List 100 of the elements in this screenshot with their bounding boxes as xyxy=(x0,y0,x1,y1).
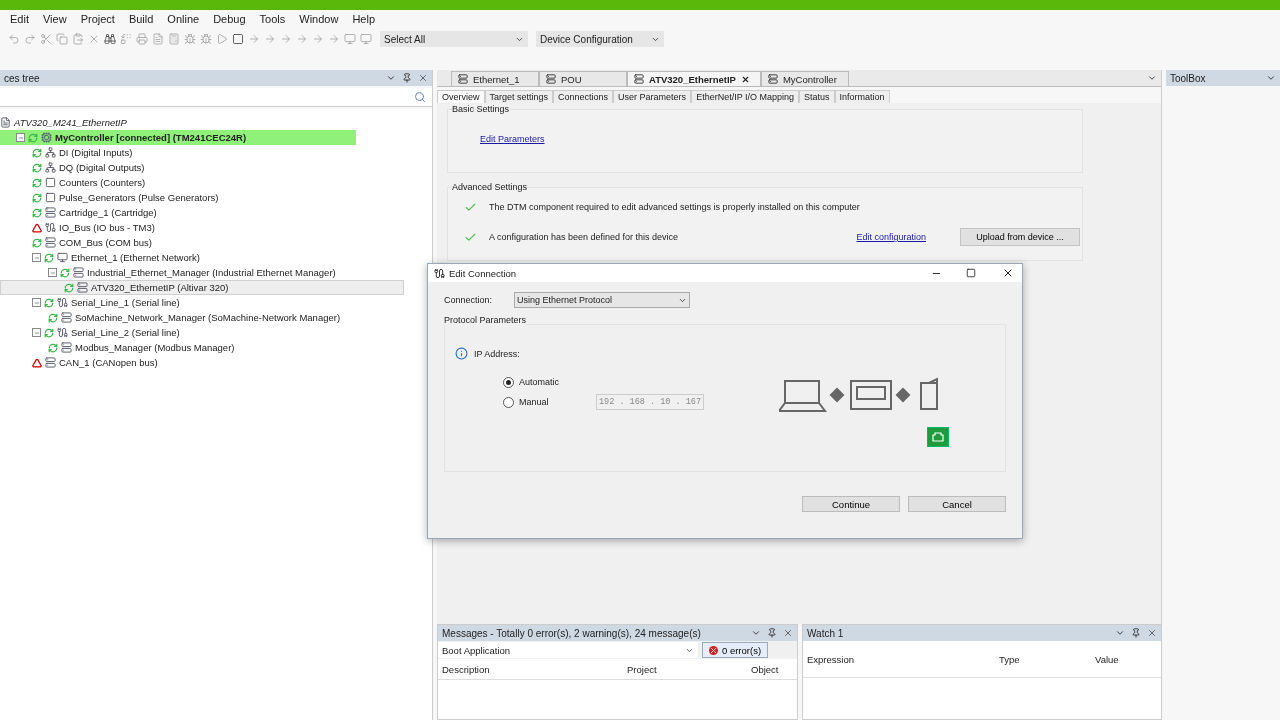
menu-item[interactable]: Build xyxy=(122,13,160,25)
tree-item[interactable]: Industrial_Ethernet_Manager (Industrial Ethernet Manager) xyxy=(0,265,388,280)
tree-item[interactable]: DI (Digital Inputs) xyxy=(0,145,372,160)
errors-button[interactable]: 0 error(s) xyxy=(702,642,769,658)
edit-parameters-link[interactable]: Edit Parameters xyxy=(480,134,545,144)
dropdown-icon[interactable] xyxy=(1266,73,1276,83)
edit-configuration-link[interactable]: Edit configuration xyxy=(856,232,926,242)
module-icon xyxy=(45,207,56,218)
maximize-icon[interactable] xyxy=(966,268,976,278)
editor-tab[interactable]: Target settings xyxy=(484,90,554,103)
editor-tab[interactable]: User Parameters xyxy=(613,90,692,103)
editor-tab[interactable]: EtherNet/IP I/O Mapping xyxy=(691,90,799,103)
menu-item[interactable]: Help xyxy=(346,13,381,25)
radio-button[interactable] xyxy=(503,376,514,388)
column-header[interactable]: Project xyxy=(623,663,747,675)
radio-button[interactable] xyxy=(503,396,514,408)
menu-item[interactable]: Edit xyxy=(4,13,35,25)
collapse-icon[interactable] xyxy=(16,133,25,142)
dropdown-icon[interactable] xyxy=(751,628,761,638)
tree-item[interactable]: Counters (Counters) xyxy=(0,175,372,190)
binoculars-icon[interactable] xyxy=(104,33,116,45)
search-icon[interactable] xyxy=(414,91,426,103)
panel-header: ces tree xyxy=(0,70,432,86)
tree-item[interactable]: Serial_Line_2 (Serial line) xyxy=(0,325,372,340)
section-title: Advanced Settings xyxy=(451,182,529,192)
selection-dropdown[interactable]: Select All xyxy=(380,31,528,47)
editor-tab[interactable]: Connections xyxy=(553,90,614,103)
configuration-dropdown[interactable]: Device Configuration xyxy=(536,31,664,47)
menu-item[interactable]: Window xyxy=(293,13,345,25)
bus-icon xyxy=(45,222,56,233)
document-tab[interactable]: POU xyxy=(539,71,627,86)
upload-button[interactable]: Upload from device ... xyxy=(960,228,1080,246)
tree-item[interactable]: CAN_1 (CANopen bus) xyxy=(0,355,372,370)
pin-icon[interactable] xyxy=(1131,628,1141,638)
pin-icon[interactable] xyxy=(767,628,777,638)
tree-item[interactable]: Ethernet_1 (Ethernet Network) xyxy=(0,250,372,265)
editor-tab[interactable]: Status xyxy=(799,90,835,103)
tree-item[interactable]: Modbus_Manager (Modbus Manager) xyxy=(0,340,388,355)
column-header[interactable]: Value xyxy=(1091,653,1161,665)
tree-item[interactable]: ATV320_EthernetIP (Altivar 320) xyxy=(0,280,404,295)
bug-icon[interactable] xyxy=(184,33,196,45)
ethernet-icon xyxy=(927,427,949,447)
plug-icon xyxy=(434,267,445,279)
column-header[interactable]: Expression xyxy=(803,653,995,665)
bug-icon[interactable] xyxy=(200,33,212,45)
collapse-icon[interactable] xyxy=(48,268,57,277)
tree-item[interactable]: COM_Bus (COM bus) xyxy=(0,235,372,250)
document-tab[interactable]: ATV320_EthernetIP xyxy=(627,71,761,86)
undo-icon[interactable] xyxy=(8,33,20,45)
cut-icon[interactable] xyxy=(40,33,52,45)
tree-item[interactable]: IO_Bus (IO bus - TM3) xyxy=(0,220,372,235)
search-field[interactable] xyxy=(0,88,432,107)
play-icon[interactable] xyxy=(216,33,228,45)
field-label: Connection: xyxy=(444,295,493,305)
inputs-icon xyxy=(45,147,56,158)
tree-item[interactable]: DQ (Digital Outputs) xyxy=(0,160,372,175)
document-tab[interactable]: Ethernet_1 xyxy=(451,71,539,86)
print-icon[interactable] xyxy=(136,33,148,45)
menu-item[interactable]: Tools xyxy=(253,13,292,25)
menu-item[interactable]: Debug xyxy=(207,13,252,25)
editor-tab[interactable]: Information xyxy=(834,90,890,103)
tree-item[interactable]: Pulse_Generators (Pulse Generators) xyxy=(0,190,372,205)
connection-dropdown[interactable]: Using Ethernet Protocol xyxy=(514,292,691,308)
editor-tab[interactable]: Overview xyxy=(437,90,485,103)
dropdown-icon[interactable] xyxy=(386,73,396,83)
column-header[interactable]: Object xyxy=(747,663,797,675)
dropdown-icon[interactable] xyxy=(1147,73,1157,83)
column-header[interactable]: Type xyxy=(995,653,1091,665)
close-icon[interactable] xyxy=(740,74,750,84)
tree-item[interactable]: ATV320_M241_EthernetIP xyxy=(0,115,340,130)
menu-item[interactable]: Online xyxy=(161,13,206,25)
monitor-icon[interactable] xyxy=(344,33,356,45)
collapse-icon[interactable] xyxy=(32,253,41,262)
tree-item[interactable]: MyController [connected] (TM241CEC24R) xyxy=(0,130,356,145)
filter-dropdown[interactable]: Boot Application xyxy=(438,642,698,658)
module-icon xyxy=(546,74,556,84)
delete-icon[interactable] xyxy=(88,33,100,45)
dialog-button[interactable]: Continue xyxy=(802,496,900,512)
tree-item[interactable]: Cartridge_1 (Cartridge) xyxy=(0,205,372,220)
pin-icon[interactable] xyxy=(402,73,412,83)
collapse-icon[interactable] xyxy=(32,328,41,337)
stop-icon[interactable] xyxy=(232,33,244,45)
tree-item[interactable]: SoMachine_Network_Manager (SoMachine-Network Manager) xyxy=(0,310,388,325)
menu-item[interactable]: Project xyxy=(74,13,121,25)
document-tab[interactable]: MyController xyxy=(760,71,849,86)
serial-icon xyxy=(57,297,68,308)
dropdown-icon[interactable] xyxy=(1115,628,1125,638)
tree-item[interactable]: Serial_Line_1 (Serial line) xyxy=(0,295,372,310)
menu-item[interactable]: View xyxy=(36,13,73,25)
dialog-button[interactable]: Cancel xyxy=(908,496,1006,512)
redo-icon[interactable] xyxy=(24,33,36,45)
module-icon xyxy=(45,237,56,248)
tab-label: MyController xyxy=(782,73,837,85)
column-header[interactable]: Description xyxy=(438,663,623,675)
outputs-icon xyxy=(45,162,56,173)
group-title: Protocol Parameters xyxy=(444,315,527,325)
document-icon[interactable] xyxy=(152,33,164,45)
close-icon[interactable] xyxy=(1002,267,1014,279)
collapse-icon[interactable] xyxy=(32,298,41,307)
monitor-icon[interactable] xyxy=(360,33,372,45)
